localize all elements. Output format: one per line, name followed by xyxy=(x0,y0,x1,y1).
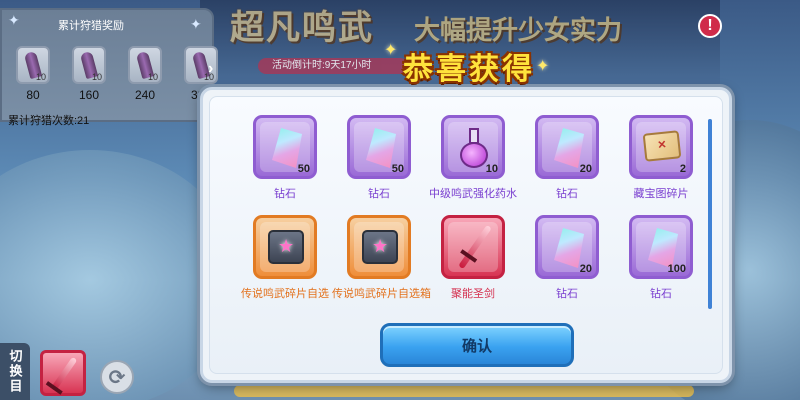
reward-scrollbar[interactable] xyxy=(708,119,712,309)
reward-tile xyxy=(441,215,505,279)
reward-quantity: 100 xyxy=(667,263,686,275)
reward-threshold: 160 xyxy=(78,88,100,102)
reward-item[interactable]: 50 钻石 xyxy=(238,115,332,201)
star-icon: ✦ xyxy=(384,42,398,59)
bottom-action-bar xyxy=(234,385,694,397)
event-title: 超凡鸣武 xyxy=(230,9,374,47)
reward-banner-title: 恭喜获得 xyxy=(403,53,535,86)
reward-quantity: 20 xyxy=(579,263,592,275)
reward-item[interactable]: 100 钻石 xyxy=(614,215,708,301)
confirm-button[interactable]: 确认 xyxy=(380,323,574,367)
reward-threshold: 80 xyxy=(26,88,40,102)
accumulated-rewards-title: 累计狩猎奖励 xyxy=(58,20,124,32)
event-countdown: 活动倒计时:9天17小时 xyxy=(258,58,408,74)
mystery-box-icon xyxy=(268,230,304,264)
reward-name: 中级鸣武强化药水 xyxy=(429,188,517,200)
bullet-icon: 10 xyxy=(72,46,106,84)
reward-item[interactable]: 10 中级鸣武强化药水 xyxy=(426,115,520,201)
refresh-button[interactable]: ⟳ xyxy=(100,360,134,394)
reward-quantity: 50 xyxy=(297,163,310,175)
exclamation-icon: ! xyxy=(707,17,713,34)
equipped-weapon-slot[interactable] xyxy=(40,350,86,396)
reward-tile xyxy=(347,215,411,279)
reward-modal-body: 50 钻石 50 钻石 10 中级鸣武强化药水 20 钻石 2 藏宝图碎片 xyxy=(209,96,723,374)
star-icon: ✦ xyxy=(536,58,550,75)
reward-name: 钻石 xyxy=(556,188,578,200)
reward-item[interactable]: 50 钻石 xyxy=(332,115,426,201)
reward-tile: 10 xyxy=(441,115,505,179)
bullet-icon: 10 xyxy=(128,46,162,84)
reward-quantity: 20 xyxy=(579,163,592,175)
reward-name: 钻石 xyxy=(368,188,390,200)
reward-item[interactable]: 聚能圣剑 xyxy=(426,215,520,301)
reward-name: 聚能圣剑 xyxy=(451,288,495,300)
sparkle-icon: ✦ xyxy=(190,16,202,32)
reward-grid: 50 钻石 50 钻石 10 中级鸣武强化药水 20 钻石 2 藏宝图碎片 xyxy=(238,115,708,301)
reward-name: 钻石 xyxy=(556,288,578,300)
reward-tile: 20 xyxy=(535,215,599,279)
reward-item[interactable]: 20 钻石 xyxy=(520,115,614,201)
accumulated-reward-item[interactable]: 10 80 xyxy=(12,46,54,102)
reward-tile: 2 xyxy=(629,115,693,179)
reward-tile: 20 xyxy=(535,115,599,179)
reward-name: 传说鸣武碎片自选箱 xyxy=(332,288,431,300)
mystery-box-icon xyxy=(362,230,398,264)
refresh-icon: ⟳ xyxy=(108,366,126,389)
reward-item[interactable]: 传说鸣武碎片自选箱 xyxy=(332,215,431,301)
reward-name: 钻石 xyxy=(274,188,296,200)
sword-icon xyxy=(50,356,78,392)
sparkle-icon: ✦ xyxy=(8,12,20,28)
reward-item[interactable]: 2 藏宝图碎片 xyxy=(614,115,708,201)
reward-quantity: 2 xyxy=(679,163,686,175)
treasure-map-icon xyxy=(642,130,682,162)
reward-quantity: 10 xyxy=(485,163,498,175)
potion-icon xyxy=(458,128,490,168)
chevron-right-icon[interactable]: › xyxy=(208,60,213,78)
reward-tile: 50 xyxy=(347,115,411,179)
accumulated-reward-item[interactable]: 10 240 xyxy=(124,46,166,102)
accumulated-rewards-list: 10 80 10 160 10 240 10 320 xyxy=(12,46,222,102)
accumulated-reward-item[interactable]: 10 160 xyxy=(68,46,110,102)
switch-target-tab[interactable]: 切换目 xyxy=(0,343,30,400)
reward-tile: 100 xyxy=(629,215,693,279)
scrollbar-thumb[interactable] xyxy=(708,119,712,309)
reward-name: 传说鸣武碎片自选 xyxy=(241,288,329,300)
reward-item[interactable]: 20 钻石 xyxy=(520,215,614,301)
reward-tile xyxy=(253,215,317,279)
reward-quantity: 50 xyxy=(391,163,404,175)
hunt-count: 累计狩猎次数:21 xyxy=(8,115,90,127)
info-button[interactable]: ! xyxy=(698,14,722,38)
reward-item[interactable]: 传说鸣武碎片自选 xyxy=(238,215,332,301)
reward-tile: 50 xyxy=(253,115,317,179)
reward-threshold: 240 xyxy=(134,88,156,102)
reward-name: 藏宝图碎片 xyxy=(633,188,689,200)
reward-name: 钻石 xyxy=(650,288,672,300)
accumulated-rewards-panel: ✦ ✦ 累计狩猎奖励 10 80 10 160 10 240 10 320 › … xyxy=(0,8,218,127)
reward-modal: 50 钻石 50 钻石 10 中级鸣武强化药水 20 钻石 2 藏宝图碎片 xyxy=(200,87,732,383)
bullet-icon: 10 xyxy=(16,46,50,84)
